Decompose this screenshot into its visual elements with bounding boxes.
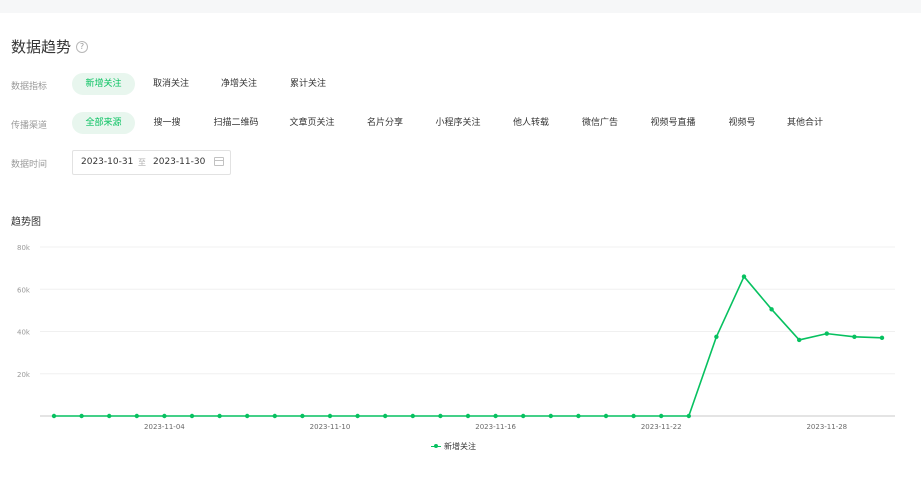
source-option-wechat-ads[interactable]: 微信广告 bbox=[572, 112, 628, 134]
data-point bbox=[576, 413, 581, 419]
metric-option-unfollow[interactable]: 取消关注 bbox=[142, 73, 200, 95]
source-option-qrcode[interactable]: 扫描二维码 bbox=[204, 112, 268, 134]
data-point bbox=[603, 413, 609, 419]
y-tick-label: 80k bbox=[17, 244, 31, 252]
data-point bbox=[107, 413, 112, 419]
time-row-label: 数据时间 bbox=[11, 160, 48, 170]
y-tick-label: 60k bbox=[17, 286, 31, 294]
data-point bbox=[355, 413, 360, 419]
data-point bbox=[327, 413, 333, 419]
source-option-article[interactable]: 文章页关注 bbox=[280, 112, 344, 134]
legend-label: 新增关注 bbox=[444, 442, 476, 451]
source-option-card-share[interactable]: 名片分享 bbox=[357, 112, 413, 134]
date-end-value[interactable]: 2023-11-30 bbox=[153, 157, 205, 167]
x-tick-label: 2023-11-16 bbox=[475, 423, 516, 431]
data-point bbox=[631, 413, 636, 419]
data-point bbox=[852, 334, 857, 339]
data-point bbox=[162, 413, 167, 419]
metric-option-total-follow[interactable]: 累计关注 bbox=[279, 73, 337, 95]
chart-legend[interactable]: 新增关注 bbox=[431, 441, 476, 452]
data-point bbox=[548, 413, 553, 419]
page-title-text: 数据趋势 bbox=[11, 38, 72, 56]
data-point bbox=[134, 413, 139, 419]
question-circle-icon[interactable]: ? bbox=[76, 40, 89, 53]
data-point bbox=[521, 413, 526, 419]
metric-row-label: 数据指标 bbox=[11, 82, 48, 92]
top-bar bbox=[0, 0, 921, 13]
data-point bbox=[741, 274, 747, 279]
source-option-miniprogram[interactable]: 小程序关注 bbox=[426, 112, 490, 134]
source-option-others[interactable]: 其他合计 bbox=[779, 112, 831, 134]
x-tick-label: 2023-11-04 bbox=[144, 423, 185, 431]
series-line-new-follow bbox=[54, 275, 883, 417]
legend-marker-icon bbox=[431, 443, 441, 451]
data-point bbox=[686, 413, 691, 419]
metric-option-new-follow[interactable]: 新增关注 bbox=[72, 73, 135, 95]
x-tick-label: 2023-11-28 bbox=[806, 423, 847, 431]
metric-option-net-follow[interactable]: 净增关注 bbox=[210, 73, 268, 95]
y-tick-label: 20k bbox=[17, 371, 31, 379]
data-point bbox=[769, 307, 774, 312]
page-title: 数据趋势 ? bbox=[11, 36, 89, 57]
data-point bbox=[217, 413, 222, 419]
data-point bbox=[51, 413, 57, 419]
source-option-search[interactable]: 搜一搜 bbox=[142, 112, 192, 134]
y-tick-label: 40k bbox=[17, 329, 31, 337]
x-tick-label: 2023-11-10 bbox=[310, 423, 351, 431]
data-point bbox=[79, 413, 84, 419]
data-point bbox=[383, 413, 388, 419]
data-point bbox=[189, 413, 195, 419]
calendar-icon[interactable] bbox=[214, 157, 224, 166]
source-option-all[interactable]: 全部来源 bbox=[72, 112, 135, 134]
data-point bbox=[272, 413, 277, 419]
data-point bbox=[879, 335, 885, 341]
source-option-channels-live[interactable]: 视频号直播 bbox=[641, 112, 705, 134]
data-point bbox=[410, 413, 415, 419]
data-point bbox=[714, 334, 719, 339]
data-point bbox=[465, 413, 471, 419]
trend-line-chart: 20k 40k 60k 80k 2023-11-04 2023-11-10 2023-11-… bbox=[17, 244, 895, 431]
date-separator: 至 bbox=[138, 158, 146, 167]
data-point bbox=[797, 337, 802, 343]
data-point bbox=[300, 413, 305, 419]
source-row-label: 传播渠道 bbox=[11, 121, 48, 131]
data-point bbox=[824, 331, 829, 336]
date-start-value[interactable]: 2023-10-31 bbox=[81, 157, 133, 167]
x-tick-label: 2023-11-22 bbox=[641, 423, 682, 431]
source-option-channels[interactable]: 视频号 bbox=[718, 112, 766, 134]
data-point bbox=[493, 413, 498, 419]
source-option-repost[interactable]: 他人转载 bbox=[503, 112, 559, 134]
data-point bbox=[245, 413, 250, 419]
trend-chart-title: 趋势图 bbox=[11, 217, 41, 228]
data-point bbox=[438, 413, 443, 419]
data-point bbox=[659, 413, 664, 419]
date-range-picker[interactable]: 2023-10-31 至 2023-11-30 bbox=[72, 150, 231, 175]
